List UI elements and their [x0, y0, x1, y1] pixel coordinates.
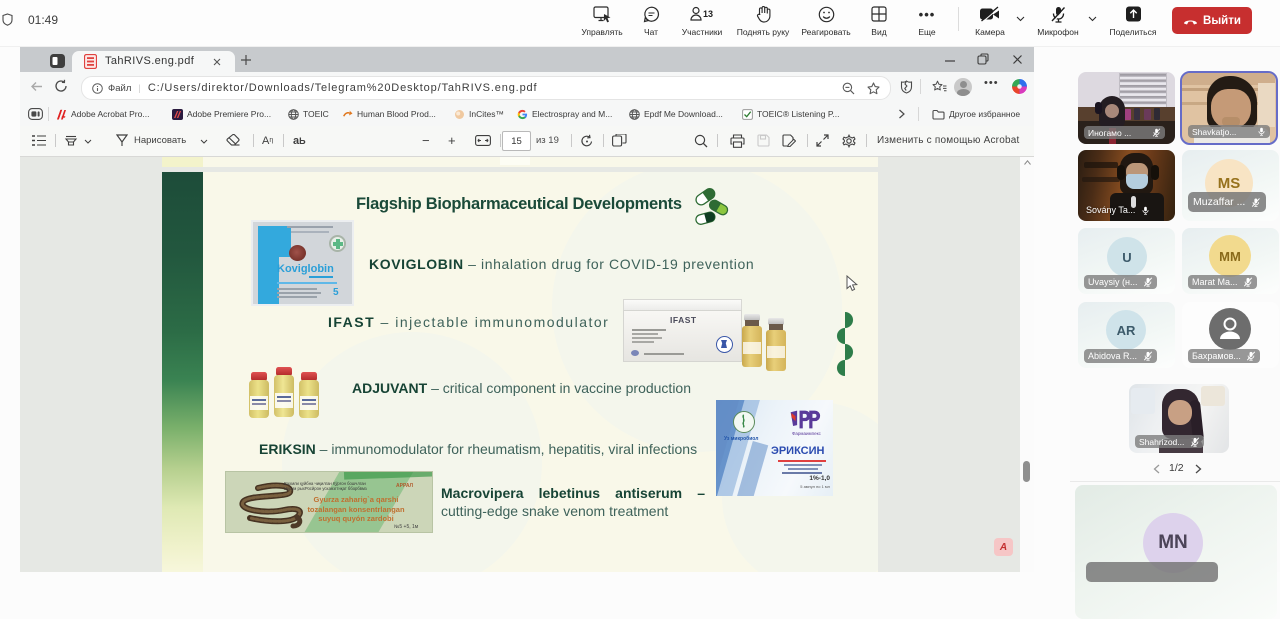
- svg-text:13: 13: [703, 9, 713, 19]
